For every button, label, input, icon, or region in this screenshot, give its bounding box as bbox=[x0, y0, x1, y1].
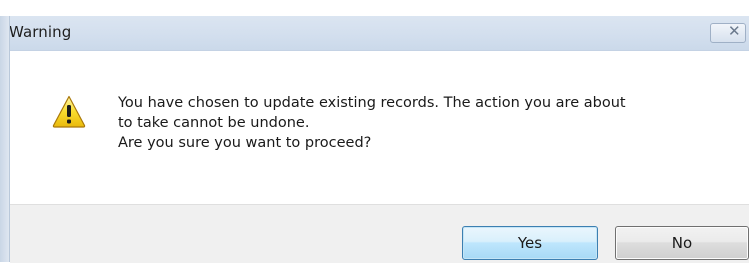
title-bar[interactable] bbox=[0, 16, 749, 51]
close-icon: ✕ bbox=[728, 22, 741, 40]
close-button[interactable]: ✕ bbox=[710, 22, 746, 43]
warning-dialog: Warning ✕ You have chosen to update exis… bbox=[0, 0, 749, 263]
yes-button[interactable]: Yes bbox=[462, 226, 598, 260]
no-button[interactable]: No bbox=[615, 226, 749, 260]
message-line-1: You have chosen to update existing recor… bbox=[118, 95, 626, 111]
message-line-3: Are you sure you want to proceed? bbox=[118, 135, 372, 151]
warning-icon bbox=[52, 95, 86, 128]
dialog-title: Warning bbox=[9, 23, 72, 41]
window-border bbox=[0, 16, 10, 262]
message-line-2: to take cannot be undone. bbox=[118, 115, 310, 131]
dialog-message: You have chosen to update existing recor… bbox=[118, 93, 728, 153]
